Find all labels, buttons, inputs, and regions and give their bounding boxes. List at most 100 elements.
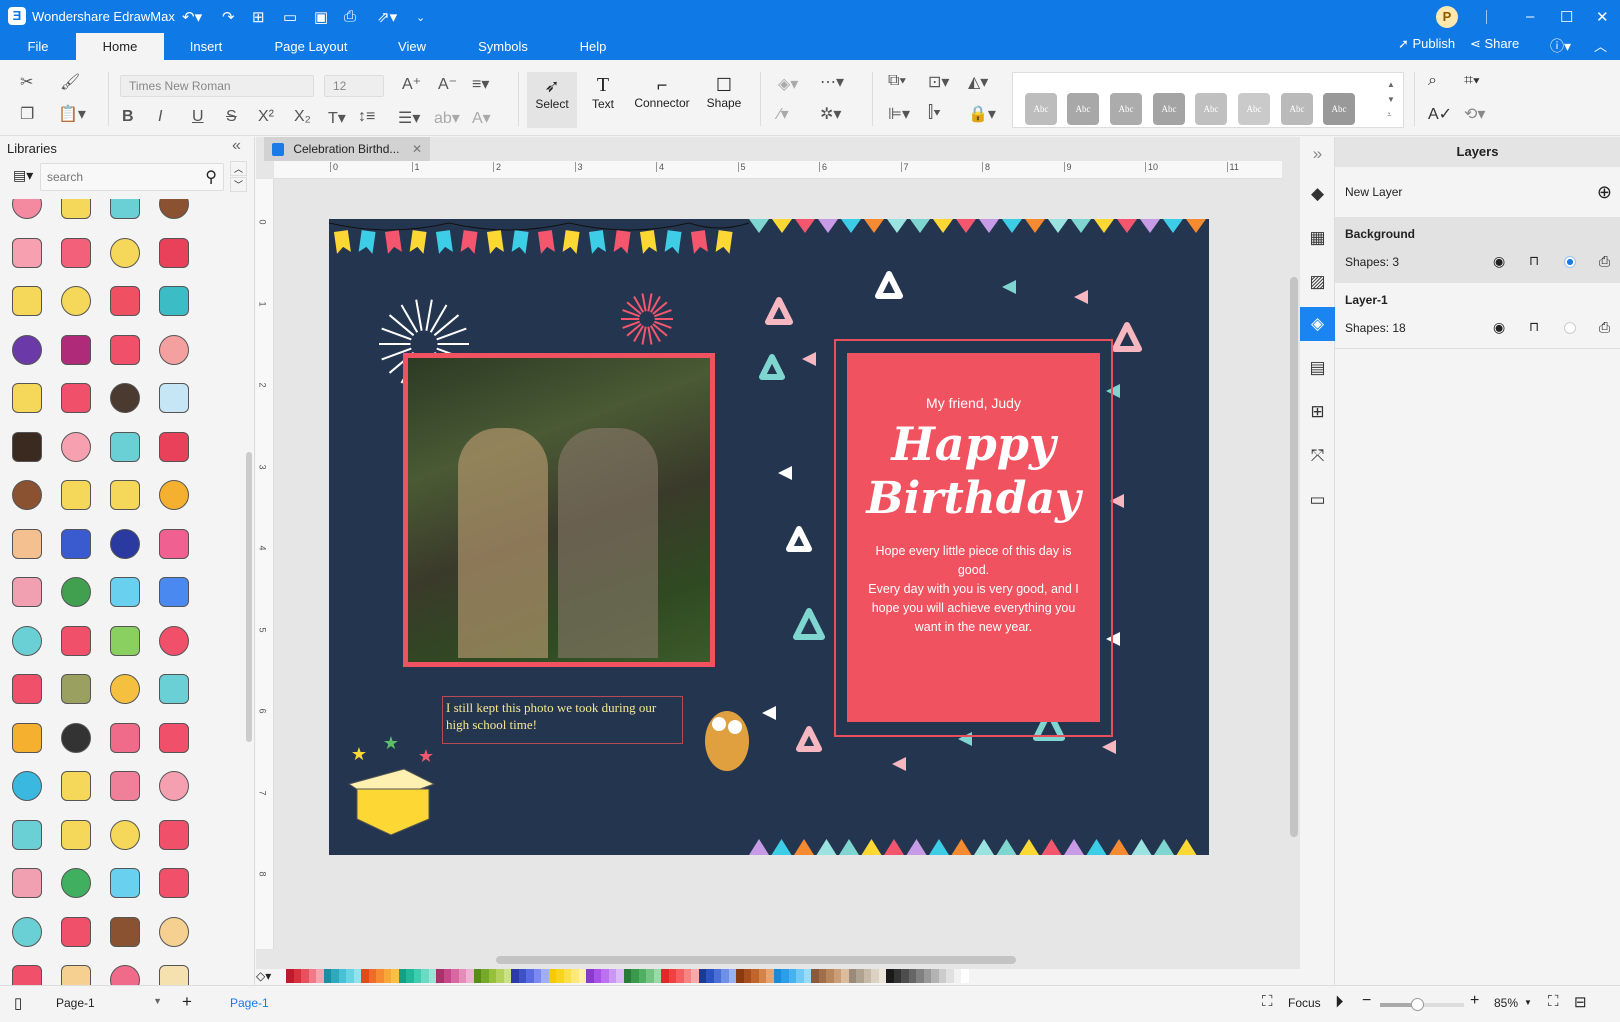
symbol-gift-red[interactable] xyxy=(155,864,193,902)
arrange-icon[interactable]: ⧉▾ xyxy=(888,72,906,90)
symbol-glasses[interactable] xyxy=(155,816,193,854)
strikethrough-icon[interactable]: S xyxy=(226,108,237,126)
birthday-card-page[interactable]: ★ ★ ★ I still kept this photo we took duri… xyxy=(329,219,1209,855)
color-swatch[interactable] xyxy=(826,969,834,983)
play-icon[interactable]: ⏵ xyxy=(1335,992,1344,1012)
active-radio[interactable] xyxy=(1564,256,1576,268)
color-swatch[interactable] xyxy=(586,969,594,983)
symbol-mask-dark[interactable] xyxy=(106,525,144,563)
maximize-icon[interactable]: ☐ xyxy=(1560,8,1573,26)
lock-icon[interactable]: ⊓ xyxy=(1529,319,1539,335)
color-swatch[interactable] xyxy=(541,969,549,983)
style-swatch[interactable]: Abc xyxy=(1195,93,1227,125)
color-swatch[interactable] xyxy=(353,969,361,983)
symbol-party-glasses[interactable] xyxy=(8,864,46,902)
symbol-cake-slice[interactable] xyxy=(57,913,95,951)
tab-symbols[interactable]: Symbols xyxy=(470,33,536,60)
symbol-candles[interactable] xyxy=(155,428,193,466)
line-spacing-icon[interactable]: ↕≡ xyxy=(358,108,375,126)
symbol-gift-box[interactable] xyxy=(106,331,144,369)
color-swatch[interactable] xyxy=(443,969,451,983)
zoom-dropdown-icon[interactable]: ▼ xyxy=(1524,998,1532,1007)
symbol-ice-cream[interactable] xyxy=(8,525,46,563)
symbol-hbd-heart[interactable] xyxy=(8,234,46,272)
color-swatch[interactable] xyxy=(691,969,699,983)
symbol-donut[interactable] xyxy=(155,525,193,563)
color-swatch[interactable] xyxy=(368,969,376,983)
symbol-cake-pink[interactable] xyxy=(106,961,144,985)
print-icon[interactable]: ⎙ xyxy=(344,8,356,25)
color-swatch[interactable] xyxy=(886,969,894,983)
color-swatch[interactable] xyxy=(383,969,391,983)
page-icon[interactable]: ▤ xyxy=(1300,351,1335,385)
color-swatch[interactable] xyxy=(773,969,781,983)
symbol-lollipop[interactable] xyxy=(155,622,193,660)
color-swatch[interactable] xyxy=(646,969,654,983)
color-swatch[interactable] xyxy=(863,969,871,983)
color-swatch[interactable] xyxy=(916,969,924,983)
color-swatch[interactable] xyxy=(901,969,909,983)
library-menu-icon[interactable]: ▤▾ xyxy=(13,167,33,184)
symbol-love-letter[interactable] xyxy=(57,428,95,466)
symbol-heart-balloons[interactable] xyxy=(57,234,95,272)
share-button[interactable]: ⋖ Share xyxy=(1470,36,1519,52)
fill-bucket-icon[interactable]: ◆ xyxy=(1300,177,1335,211)
color-swatch[interactable] xyxy=(593,969,601,983)
color-swatch[interactable] xyxy=(841,969,849,983)
eye-icon[interactable]: ◉ xyxy=(1493,319,1505,336)
horizontal-scrollbar[interactable] xyxy=(496,956,1016,964)
underline-icon[interactable]: U xyxy=(192,108,204,126)
focus-label[interactable]: Focus xyxy=(1288,996,1321,1010)
color-swatch[interactable] xyxy=(436,969,444,983)
symbol-crown-teal[interactable] xyxy=(8,816,46,854)
symbol-surprise-box[interactable] xyxy=(57,670,95,708)
color-swatch[interactable] xyxy=(803,969,811,983)
caption-box[interactable]: I still kept this photo we took during o… xyxy=(442,696,683,744)
format-painter-icon[interactable]: 🖌 xyxy=(60,72,80,92)
symbol-toast-glasses[interactable] xyxy=(155,379,193,417)
tab-help[interactable]: Help xyxy=(568,33,618,60)
symbol-wine-glasses[interactable] xyxy=(8,331,46,369)
color-swatch[interactable] xyxy=(638,969,646,983)
symbol-sundae[interactable] xyxy=(8,573,46,611)
tab-view[interactable]: View xyxy=(384,33,440,60)
focus-icon[interactable]: ⛶ xyxy=(1262,993,1273,1010)
symbol-candle[interactable] xyxy=(155,331,193,369)
avatar[interactable]: P xyxy=(1436,6,1458,28)
style-swatch[interactable]: Abc xyxy=(1153,93,1185,125)
color-swatch[interactable] xyxy=(563,969,571,983)
symbol-star-blue[interactable] xyxy=(8,767,46,805)
symbol-cake-candle[interactable] xyxy=(155,913,193,951)
color-swatch[interactable] xyxy=(833,969,841,983)
color-swatch[interactable] xyxy=(346,969,354,983)
page-tab[interactable]: Page-1 xyxy=(230,996,269,1010)
cut-icon[interactable]: ✂ xyxy=(20,72,33,92)
color-swatch[interactable] xyxy=(653,969,661,983)
image-icon[interactable]: ▨ xyxy=(1300,265,1335,299)
card[interactable]: My friend, Judy Happy Birthday Hope ever… xyxy=(847,353,1100,722)
increase-font-icon[interactable]: A⁺ xyxy=(402,74,421,94)
symbol-crown-cake[interactable] xyxy=(57,199,95,223)
library-icon[interactable]: ⊞ xyxy=(1300,395,1335,429)
color-swatch[interactable] xyxy=(293,969,301,983)
symbol-layer-cake[interactable] xyxy=(106,913,144,951)
align-icon[interactable]: ≡▾ xyxy=(472,74,489,94)
close-icon[interactable]: ✕ xyxy=(1596,8,1609,26)
tab-file[interactable]: File xyxy=(8,33,68,60)
collapse-ribbon-icon[interactable]: ︿ xyxy=(1594,36,1607,55)
color-swatch[interactable] xyxy=(676,969,684,983)
color-swatch[interactable] xyxy=(301,969,309,983)
symbol-camera[interactable] xyxy=(155,282,193,320)
fit-width-icon[interactable]: ⊟ xyxy=(1574,993,1587,1011)
color-swatch[interactable] xyxy=(953,969,961,983)
color-swatch[interactable] xyxy=(946,969,954,983)
symbol-balloons[interactable] xyxy=(106,767,144,805)
symbol-cupcake-blue[interactable] xyxy=(106,199,144,223)
color-swatch[interactable] xyxy=(848,969,856,983)
symbol-gift-green[interactable] xyxy=(57,864,95,902)
color-swatch[interactable] xyxy=(511,969,519,983)
grid-icon[interactable]: ▦ xyxy=(1300,221,1335,255)
color-swatch[interactable] xyxy=(668,969,676,983)
color-swatch[interactable] xyxy=(923,969,931,983)
color-swatch[interactable] xyxy=(571,969,579,983)
